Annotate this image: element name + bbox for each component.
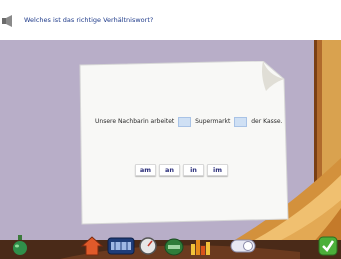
answer-slot-2[interactable] [234, 116, 248, 127]
sentence-part-2: Supermarkt [195, 118, 231, 125]
choice-am[interactable]: am [135, 164, 156, 176]
exercise-note: Unsere Nachbarin arbeitet Supermarkt der… [78, 61, 290, 226]
choice-im[interactable]: im [207, 164, 228, 176]
checkmark-icon[interactable] [318, 236, 338, 256]
bar-chart-icon[interactable] [190, 236, 212, 256]
instruction-bar: Welches ist das richtige Verhältniswort? [0, 0, 341, 40]
sentence-part-1: Unsere Nachbarin arbeitet [95, 118, 175, 125]
choice-an[interactable]: an [159, 164, 180, 176]
answer-slot-1[interactable] [178, 116, 192, 127]
speedometer-icon[interactable] [138, 236, 158, 256]
choice-list: am an in im [135, 164, 228, 176]
choice-in[interactable]: in [183, 164, 204, 176]
potion-bottle-icon[interactable] [10, 234, 30, 256]
sentence: Unsere Nachbarin arbeitet Supermarkt der… [95, 116, 285, 128]
paper-sheet [79, 61, 289, 225]
robot-icon[interactable] [107, 236, 135, 256]
helmet-icon[interactable] [163, 236, 185, 256]
toggle-icon[interactable] [230, 239, 256, 253]
question-text: Welches ist das richtige Verhältniswort? [24, 16, 154, 24]
home-arrow-icon[interactable] [80, 236, 104, 256]
play-area: Unsere Nachbarin arbeitet Supermarkt der… [0, 40, 341, 259]
sentence-part-3: der Kasse. [251, 118, 283, 125]
speaker-icon[interactable] [2, 15, 14, 27]
